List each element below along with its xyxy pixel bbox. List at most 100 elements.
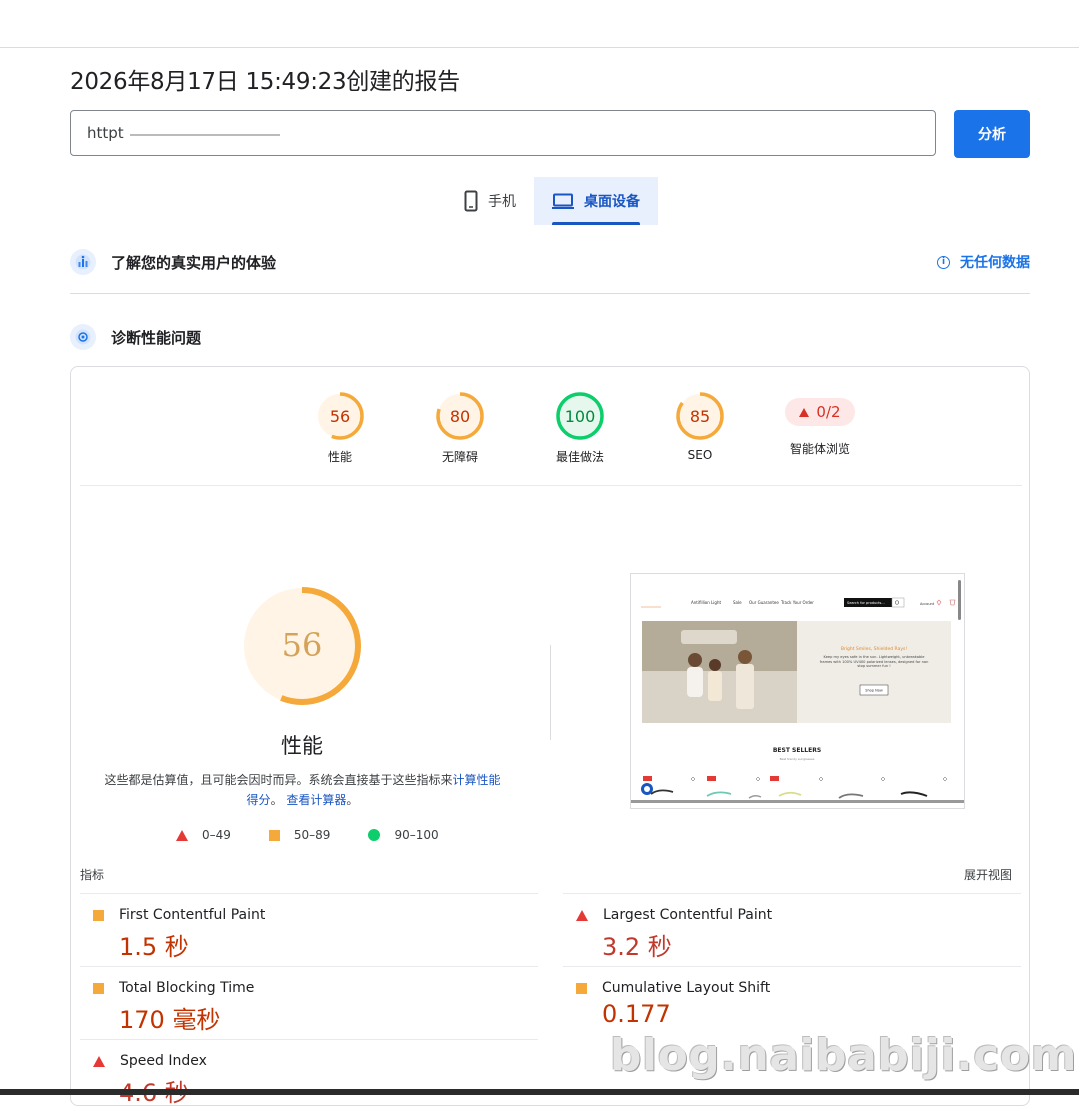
fail-triangle-icon bbox=[799, 407, 810, 417]
tab-desktop[interactable]: 桌面设备 bbox=[534, 177, 658, 225]
shot-hero-button: Shop Now bbox=[865, 689, 883, 693]
legend-pass-label: 90–100 bbox=[394, 828, 439, 842]
watermark: blog.naibabiji.com bbox=[610, 1030, 1077, 1081]
legend-fail-label: 0–49 bbox=[202, 828, 231, 842]
fail-triangle-icon bbox=[176, 829, 188, 841]
shot-nav-1: Antifillion Light bbox=[691, 600, 721, 605]
field-data-section: 了解您的真实用户的体验 i 无任何数据 bbox=[70, 249, 1030, 275]
diagnose-title: 诊断性能问题 bbox=[111, 328, 202, 347]
performance-title: 性能 bbox=[281, 734, 323, 758]
shot-hero-text: Keep my eyes safe in the sun. Lightweigh… bbox=[819, 655, 929, 669]
desktop-icon bbox=[552, 193, 574, 209]
score-legend: 0–49 50–89 90–100 bbox=[176, 828, 477, 842]
no-data-label: 无任何数据 bbox=[960, 255, 1030, 271]
performance-label: 性能 bbox=[327, 450, 352, 464]
metric-tbt-value: 170 毫秒 bbox=[119, 1006, 221, 1034]
metric-cls-value: 0.177 bbox=[602, 1000, 671, 1028]
vertical-divider bbox=[550, 645, 551, 740]
tab-desktop-label: 桌面设备 bbox=[584, 194, 640, 210]
agentic-label: 智能体浏览 bbox=[789, 442, 850, 456]
metric-si-name: Speed Index bbox=[120, 1053, 207, 1069]
bottom-bar bbox=[0, 1089, 1079, 1095]
url-value: httpt bbox=[87, 124, 124, 142]
metric-lcp-name: Largest Contentful Paint bbox=[603, 907, 773, 923]
performance-score: 56 bbox=[330, 407, 350, 426]
metric-fcp-value: 1.5 秒 bbox=[119, 933, 189, 961]
no-data-link[interactable]: i 无任何数据 bbox=[937, 252, 1030, 272]
gauge-best-practices[interactable]: 100 最佳做法 bbox=[520, 390, 640, 465]
metric-tbt-name: Total Blocking Time bbox=[119, 980, 255, 996]
metric-cls: Cumulative Layout Shift 0.177 bbox=[563, 966, 1021, 1039]
metrics-header: 指标 展开视图 bbox=[80, 866, 1012, 883]
desc-end: 。 bbox=[346, 793, 359, 807]
expand-view-button[interactable]: 展开视图 bbox=[964, 866, 1012, 883]
shot-account: Account bbox=[920, 602, 935, 606]
info-icon: i bbox=[937, 255, 950, 269]
gauge-agentic-browsing[interactable]: 0/2 智能体浏览 bbox=[760, 390, 880, 465]
url-input[interactable]: httpt bbox=[70, 110, 936, 156]
shot-section-sub: Best trendy sunglasses bbox=[780, 757, 815, 761]
accessibility-gauge-ring: 80 bbox=[436, 392, 484, 440]
category-gauges: 56 性能 80 无障碍 100 最佳做法 85 SEO 0/2 智能体浏览 bbox=[280, 390, 880, 465]
mobile-icon bbox=[464, 190, 478, 212]
section-divider bbox=[70, 293, 1030, 294]
field-data-title: 了解您的真实用户的体验 bbox=[111, 253, 277, 272]
tab-mobile-label: 手机 bbox=[488, 194, 516, 210]
fail-triangle-icon bbox=[576, 909, 588, 921]
metric-lcp: Largest Contentful Paint 3.2 秒 bbox=[563, 893, 1021, 966]
accessibility-score: 80 bbox=[450, 407, 470, 426]
shot-nav-4: Track Your Order bbox=[780, 600, 814, 605]
redacted-url-mark bbox=[129, 134, 280, 136]
view-calculator-link[interactable]: 查看计算器 bbox=[286, 793, 346, 807]
seo-label: SEO bbox=[687, 448, 713, 462]
shot-hero-title: Bright Smiles, Shielded Rays! bbox=[841, 646, 907, 652]
header-divider bbox=[0, 47, 1079, 48]
analyze-button[interactable]: 分析 bbox=[954, 110, 1030, 158]
field-data-icon bbox=[70, 249, 96, 275]
tab-mobile[interactable]: 手机 bbox=[446, 177, 534, 225]
legend-average-label: 50–89 bbox=[293, 828, 331, 842]
device-tabs: 手机 桌面设备 bbox=[446, 177, 658, 225]
average-square-icon bbox=[576, 982, 587, 994]
metric-si: Speed Index 4.6 秒 bbox=[80, 1039, 538, 1112]
desc-sep: 。 bbox=[270, 793, 283, 807]
average-square-icon bbox=[268, 829, 280, 841]
screenshot-thumbnail: Antifillion Light Sale Our Guarantee Tra… bbox=[631, 574, 964, 808]
desc-text: 这些都是估算值，且可能会因时而异。系统会直接基于这些指标来 bbox=[104, 773, 453, 787]
best-practices-score: 100 bbox=[565, 407, 596, 426]
page-screenshot[interactable]: Antifillion Light Sale Our Guarantee Tra… bbox=[630, 573, 965, 809]
metric-lcp-value: 3.2 秒 bbox=[602, 933, 672, 961]
diagnose-section: 诊断性能问题 bbox=[70, 324, 1030, 350]
metrics-title: 指标 bbox=[80, 868, 105, 882]
shot-nav-3: Our Guarantee bbox=[749, 600, 779, 605]
shot-search: Search for products... bbox=[847, 601, 885, 605]
metric-tbt: Total Blocking Time 170 毫秒 bbox=[80, 966, 538, 1039]
performance-gauge-ring: 56 bbox=[316, 392, 364, 440]
best-practices-gauge-ring: 100 bbox=[556, 392, 604, 440]
legend-pass: 90–100 bbox=[368, 828, 439, 842]
agentic-score-pill: 0/2 bbox=[785, 398, 855, 426]
gauge-seo[interactable]: 85 SEO bbox=[640, 390, 760, 465]
accessibility-label: 无障碍 bbox=[441, 450, 478, 464]
fail-triangle-icon bbox=[93, 1055, 105, 1067]
legend-average: 50–89 bbox=[268, 828, 331, 842]
shot-section-title: BEST SELLERS bbox=[773, 747, 821, 754]
metric-fcp: First Contentful Paint 1.5 秒 bbox=[80, 893, 538, 966]
gauge-performance[interactable]: 56 性能 bbox=[280, 390, 400, 465]
performance-description: 这些都是估算值，且可能会因时而异。系统会直接基于这些指标来计算性能得分。 查看计… bbox=[100, 770, 505, 810]
average-square-icon bbox=[93, 909, 104, 921]
seo-gauge-ring: 85 bbox=[676, 392, 724, 440]
legend-fail: 0–49 bbox=[176, 828, 231, 842]
shot-nav-2: Sale bbox=[733, 600, 742, 605]
seo-score: 85 bbox=[690, 407, 710, 426]
pass-circle-icon bbox=[368, 829, 381, 841]
average-square-icon bbox=[93, 982, 104, 994]
metric-fcp-name: First Contentful Paint bbox=[119, 907, 266, 923]
gauge-accessibility[interactable]: 80 无障碍 bbox=[400, 390, 520, 465]
diagnose-icon bbox=[70, 324, 96, 350]
gauges-divider bbox=[80, 485, 1022, 486]
performance-big-score: 56 bbox=[282, 626, 323, 664]
best-practices-label: 最佳做法 bbox=[555, 450, 604, 464]
metric-cls-name: Cumulative Layout Shift bbox=[602, 980, 771, 996]
performance-big-gauge: 56 bbox=[243, 587, 361, 705]
